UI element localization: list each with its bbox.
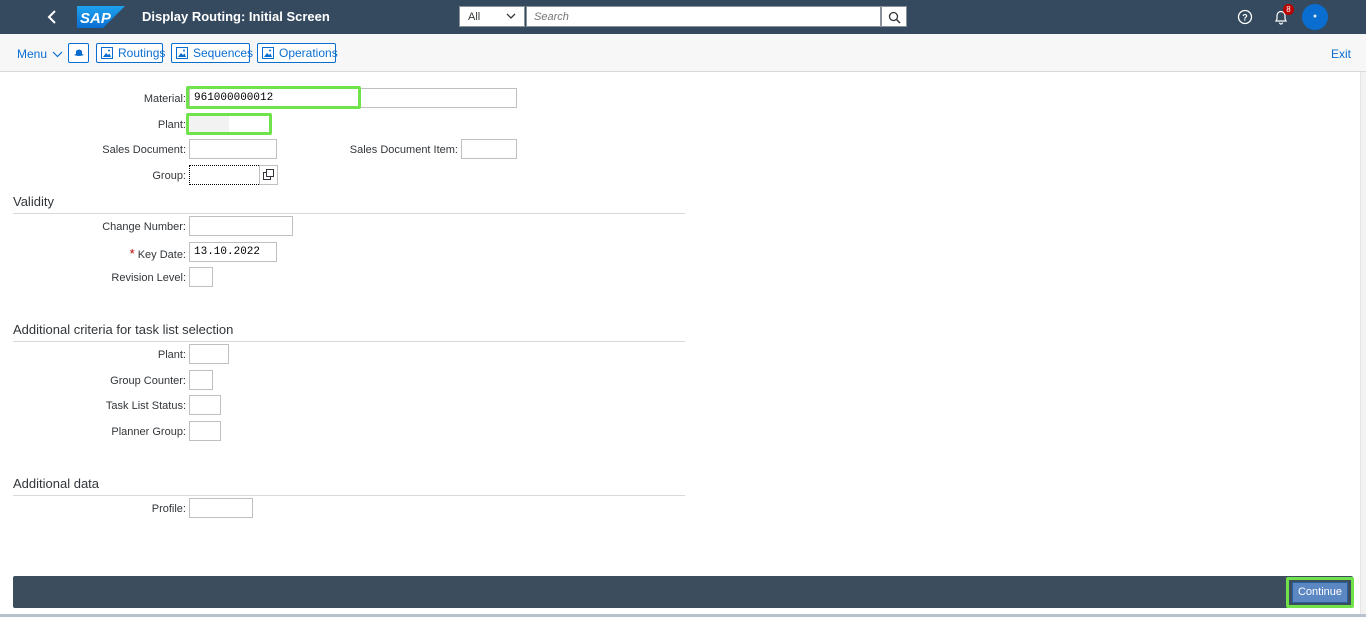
group-value-help[interactable]	[259, 165, 278, 185]
sequences-label: Sequences	[193, 46, 254, 60]
revision-level-input[interactable]	[189, 267, 213, 287]
chevron-down-icon	[52, 51, 63, 58]
vertical-scrollbar[interactable]	[1360, 72, 1366, 617]
menu-button[interactable]: Menu	[17, 47, 63, 61]
svg-text:SAP: SAP	[80, 10, 112, 27]
svg-text:?: ?	[1242, 13, 1248, 23]
criteria-heading: Additional criteria for task list select…	[13, 322, 234, 337]
additional-data-heading: Additional data	[13, 476, 100, 491]
application-toolbar: Menu Routings Sequences Operations Exit	[0, 34, 1366, 72]
additional-data-divider	[13, 495, 685, 496]
hat-icon	[74, 49, 84, 56]
required-marker: *	[129, 246, 135, 261]
sales-document-label: Sales Document:	[102, 144, 186, 156]
user-avatar[interactable]: ●	[1302, 4, 1328, 30]
search-scope-select[interactable]: All	[459, 6, 525, 27]
menu-label: Menu	[17, 47, 48, 61]
criteria-divider	[13, 341, 685, 342]
shell-header: SAP Display Routing: Initial Screen All …	[0, 0, 1366, 34]
validity-divider	[13, 213, 685, 214]
app-title: Display Routing: Initial Screen	[142, 9, 330, 24]
sap-logo[interactable]: SAP	[77, 6, 125, 28]
routings-button[interactable]: Routings	[96, 43, 166, 63]
value-help-icon	[263, 169, 274, 180]
criteria-plant-label: Plant:	[157, 349, 186, 361]
chevron-down-icon	[506, 13, 516, 19]
planner-group-label: Planner Group:	[111, 426, 186, 438]
search-scope-value: All	[468, 11, 481, 23]
search-input[interactable]	[526, 6, 881, 27]
task-list-status-label: Task List Status:	[105, 400, 186, 412]
material-input[interactable]	[189, 88, 517, 108]
profile-input[interactable]	[189, 498, 253, 518]
group-counter-label: Group Counter:	[110, 375, 186, 387]
revision-level-label: Revision Level:	[111, 272, 186, 284]
planner-group-input[interactable]	[189, 421, 221, 441]
key-date-input[interactable]	[189, 242, 277, 262]
operations-button[interactable]: Operations	[257, 43, 338, 63]
footer-bar	[13, 576, 1353, 608]
sequences-button[interactable]: Sequences	[171, 43, 254, 63]
operations-label: Operations	[279, 46, 338, 60]
notification-badge: 8	[1283, 4, 1294, 15]
sales-document-item-input[interactable]	[461, 139, 517, 159]
plant-label: Plant:	[157, 119, 186, 131]
group-counter-input[interactable]	[189, 370, 213, 390]
image-icon	[101, 47, 113, 59]
group-label: Group:	[152, 170, 186, 182]
continue-button[interactable]: Continue	[1292, 582, 1348, 603]
back-arrow-icon[interactable]	[44, 8, 62, 26]
key-date-label-wrap: * Key Date:	[130, 246, 186, 261]
image-icon	[262, 47, 274, 59]
validity-heading: Validity	[13, 194, 54, 209]
exit-button[interactable]: Exit	[1331, 47, 1351, 61]
criteria-plant-input[interactable]	[189, 344, 229, 364]
material-label: Material:	[143, 93, 186, 105]
other-object-button[interactable]	[68, 43, 89, 63]
group-input[interactable]	[189, 165, 261, 185]
search-button[interactable]	[881, 6, 907, 27]
change-number-input[interactable]	[189, 216, 293, 236]
search-icon	[888, 11, 901, 24]
sales-document-item-label: Sales Document Item:	[349, 144, 458, 156]
profile-label: Profile:	[151, 503, 186, 515]
plant-input[interactable]	[189, 114, 229, 134]
sales-document-input[interactable]	[189, 139, 277, 159]
routings-label: Routings	[118, 46, 166, 60]
help-icon[interactable]: ?	[1237, 9, 1253, 25]
task-list-status-input[interactable]	[189, 395, 221, 415]
change-number-label: Change Number:	[102, 221, 186, 233]
key-date-label: Key Date:	[137, 249, 186, 261]
image-icon	[176, 47, 188, 59]
